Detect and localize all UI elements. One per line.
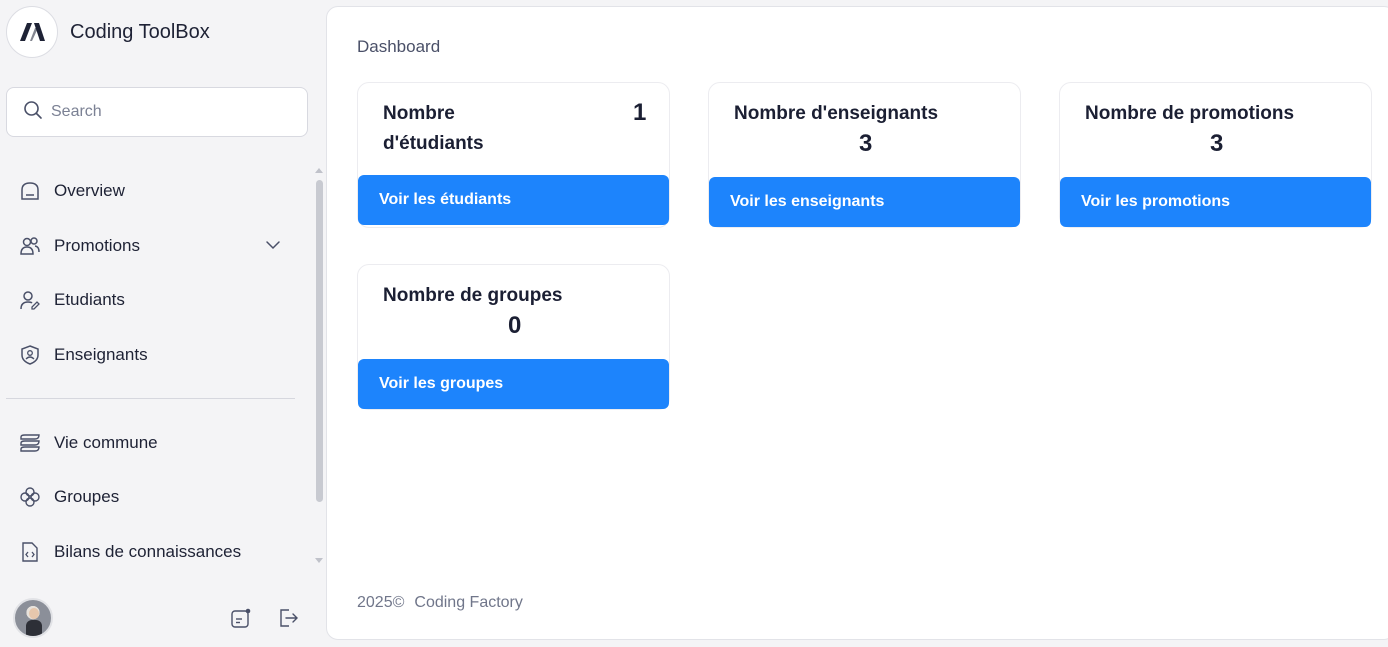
app-title: Coding ToolBox [70,20,210,43]
coding-toolbox-logo-icon [6,6,58,58]
card-value: 1 [633,99,647,126]
sidebar-item-groupes[interactable]: Groupes [18,482,119,512]
search-box[interactable] [6,87,308,137]
sidebar-item-label: Vie commune [54,433,158,452]
sidebar-item-label: Groupes [54,487,120,506]
stat-card-promotions: Nombre de promotions 3 Voir les promotio… [1059,82,1372,228]
user-edit-icon [18,288,42,312]
flower-icon [18,485,42,509]
avatar[interactable] [13,598,53,638]
breadcrumb: Dashboard [357,37,441,56]
chevron-down-icon[interactable] [264,236,282,254]
card-value: 3 [859,130,873,157]
card-title: Nombre d'étudiants [383,103,484,154]
card-title: Nombre de groupes [383,285,563,306]
card-title: Nombre d'enseignants [734,103,939,124]
home-icon [18,179,42,203]
card-title: Nombre de promotions [1085,103,1295,124]
sidebar-item-enseignants[interactable]: Enseignants [18,340,148,370]
sidebar-scrollbar[interactable] [316,180,323,502]
search-input[interactable] [51,103,281,121]
sidebar-item-promotions[interactable]: Promotions [18,231,140,261]
footer: 2025© Coding Factory [357,594,523,612]
stat-card-groupes: Nombre de groupes 0 Voir les groupes [357,264,670,410]
view-groups-button[interactable]: Voir les groupes [358,359,669,409]
sidebar-item-label: Enseignants [54,345,148,364]
code-file-icon [18,540,42,564]
brand[interactable]: Coding ToolBox [6,6,210,58]
shield-user-icon [18,343,42,367]
card-value: 0 [508,312,522,339]
main-panel: Dashboard Nombre d'étudiants 1 Voir les … [326,6,1388,640]
sidebar-item-overview[interactable]: Overview [18,176,125,206]
stat-card-etudiants: Nombre d'étudiants 1 Voir les étudiants [357,82,670,228]
view-teachers-button[interactable]: Voir les enseignants [709,177,1020,227]
app-root: Coding ToolBox Overview Promotions [0,0,1388,647]
search-icon [23,100,43,125]
footer-copyright: 2025© [357,594,405,611]
sidebar-item-label: Overview [54,181,125,200]
logout-icon[interactable] [276,606,300,630]
sidebar-divider [6,398,295,399]
sidebar-item-bilans[interactable]: Bilans de connaissances [18,537,241,567]
view-students-button[interactable]: Voir les étudiants [358,175,669,225]
sidebar-item-etudiants[interactable]: Etudiants [18,285,125,315]
footer-company-link[interactable]: Coding Factory [414,594,523,611]
scroll-down-arrow[interactable] [315,558,323,563]
scroll-up-arrow[interactable] [315,168,323,173]
sidebar-item-vie-commune[interactable]: Vie commune [18,428,158,458]
sidebar-item-label: Promotions [54,236,140,255]
stat-card-enseignants: Nombre d'enseignants 3 Voir les enseigna… [708,82,1021,228]
view-promotions-button[interactable]: Voir les promotions [1060,177,1371,227]
profile-card-icon[interactable] [229,606,253,630]
sidebar-item-label: Etudiants [54,290,125,309]
users-icon [18,234,42,258]
sidebar: Coding ToolBox Overview Promotions [0,0,326,647]
sidebar-item-label: Bilans de connaissances [54,542,242,561]
stack-icon [18,431,42,455]
card-value: 3 [1210,130,1224,157]
